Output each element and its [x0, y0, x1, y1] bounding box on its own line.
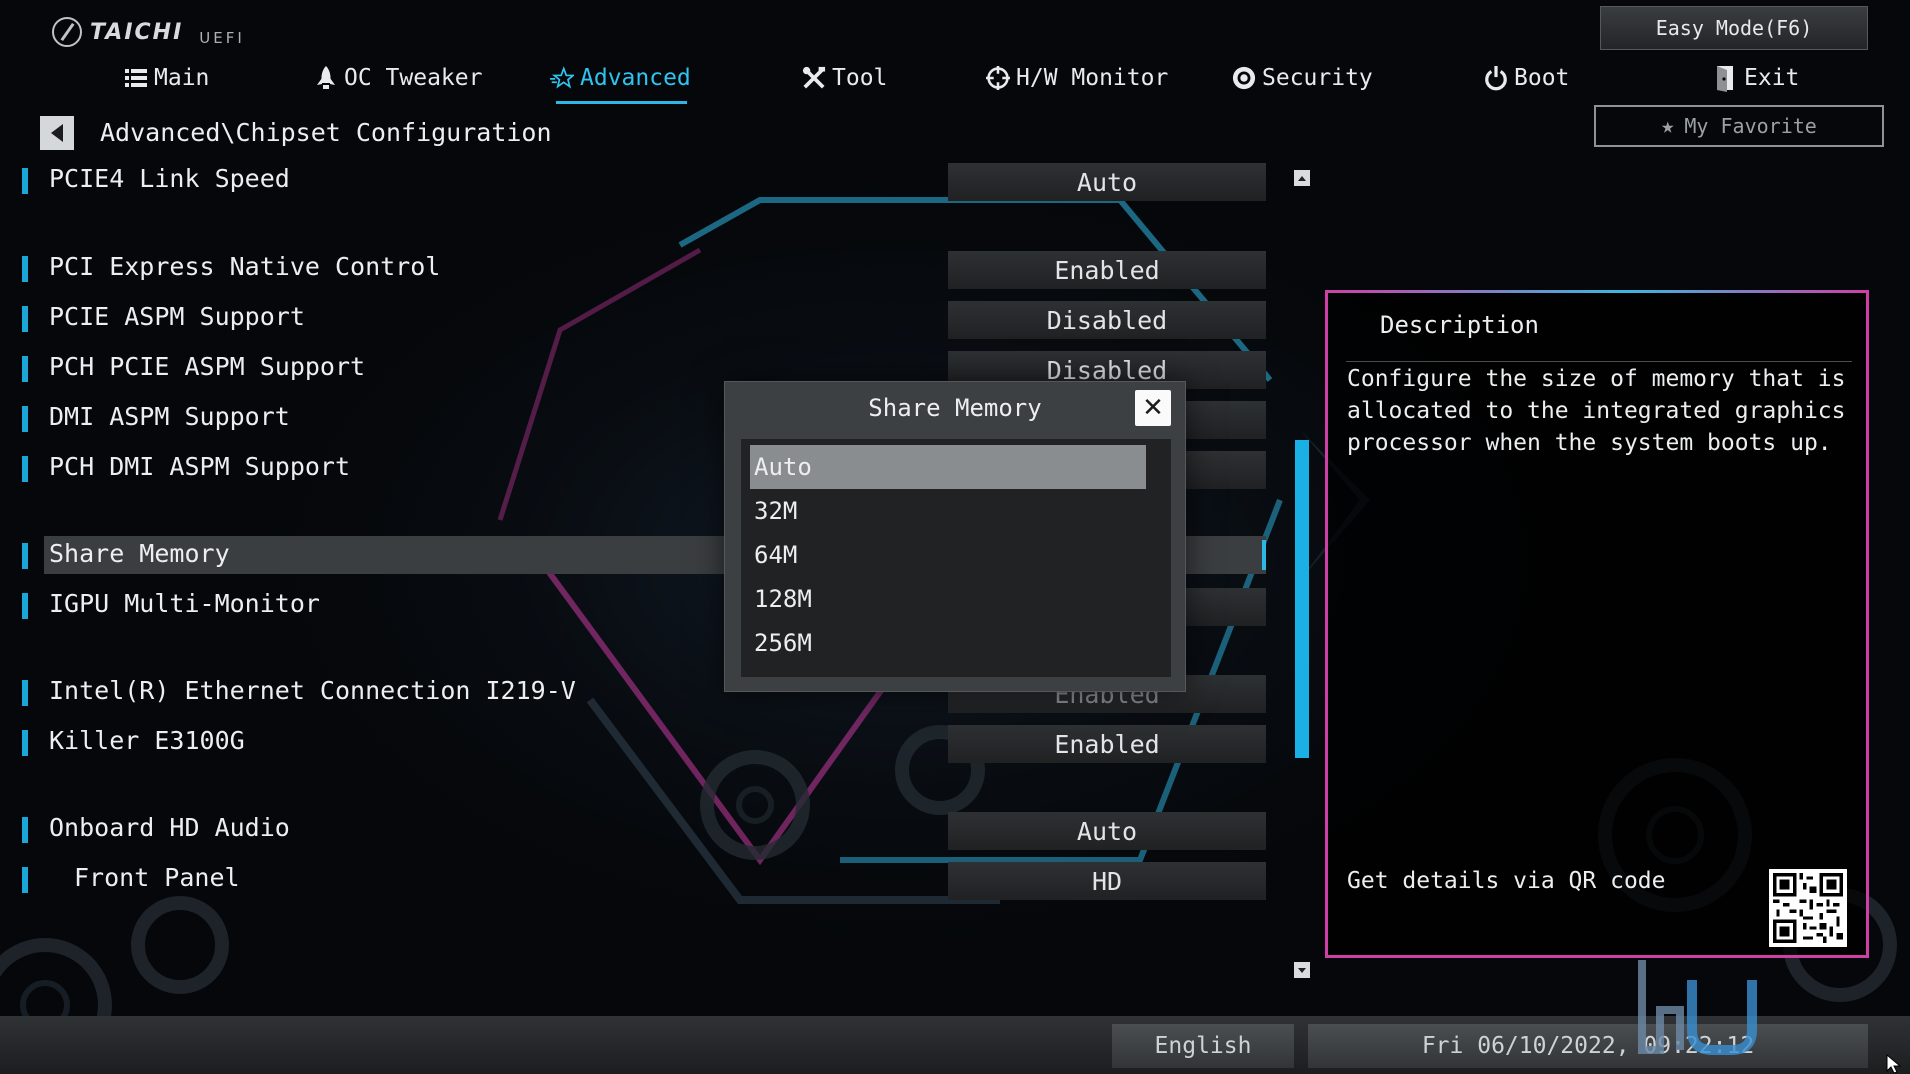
description-panel: Description Configure the size of memory… [1325, 290, 1869, 958]
qr-code-icon [1769, 869, 1847, 947]
tab-security[interactable]: Security [1232, 58, 1373, 98]
list-icon [124, 66, 148, 90]
popup-option-list: Auto 32M 64M 128M 256M [741, 439, 1171, 677]
row-marker [22, 356, 28, 382]
tab-hw-monitor-label: H/W Monitor [1016, 65, 1169, 91]
tools-icon [802, 66, 826, 90]
tab-oc-tweaker-label: OC Tweaker [344, 65, 483, 91]
row-marker [22, 680, 28, 706]
tab-main-label: Main [154, 65, 210, 91]
popup-option-32m[interactable]: 32M [750, 489, 1146, 533]
row-marker [22, 867, 28, 893]
breadcrumb: Advanced\Chipset Configuration [100, 118, 552, 147]
tab-boot-label: Boot [1514, 65, 1570, 91]
setting-label: IGPU Multi-Monitor [49, 589, 320, 618]
row-marker [22, 168, 28, 194]
description-title: Description [1380, 311, 1539, 339]
scroll-down-arrow-icon[interactable] [1294, 962, 1310, 978]
tab-advanced[interactable]: Advanced [550, 58, 691, 104]
tab-boot[interactable]: Boot [1484, 58, 1569, 98]
tab-exit[interactable]: Exit [1714, 58, 1799, 98]
setting-label: Onboard HD Audio [49, 813, 290, 842]
row-marker [22, 406, 28, 432]
row-marker [22, 730, 28, 756]
share-memory-popup: Share Memory ✕ Auto 32M 64M 128M 256M [724, 381, 1186, 692]
setting-label: PCIE4 Link Speed [49, 164, 290, 193]
back-button[interactable] [40, 116, 74, 150]
popup-option-64m[interactable]: 64M [750, 533, 1146, 577]
power-icon [1484, 66, 1508, 91]
taichi-logo-mark [52, 17, 82, 47]
tab-tool[interactable]: Tool [802, 58, 887, 98]
setting-value-button[interactable]: Auto [948, 812, 1266, 850]
tab-hw-monitor[interactable]: H/W Monitor [986, 58, 1168, 98]
setting-value-button[interactable]: HD [948, 862, 1266, 900]
tab-main[interactable]: Main [124, 58, 209, 98]
my-favorite-label: My Favorite [1684, 114, 1817, 138]
setting-label: Intel(R) Ethernet Connection I219-V [49, 676, 576, 705]
tab-tool-label: Tool [832, 65, 888, 91]
popup-option-auto[interactable]: Auto [750, 445, 1146, 489]
description-divider [1346, 361, 1852, 362]
star-icon [550, 66, 574, 90]
popup-option-256m[interactable]: 256M [750, 621, 1146, 665]
setting-label: PCIE ASPM Support [49, 302, 305, 331]
setting-value-button[interactable]: Auto [948, 163, 1266, 201]
watermark-logo-icon [1638, 960, 1757, 1055]
rocket-icon [314, 66, 338, 90]
taichi-logo: TAICHI UEFI [52, 14, 245, 50]
setting-label: DMI ASPM Support [49, 402, 290, 431]
scroll-up-arrow-icon[interactable] [1294, 170, 1310, 186]
my-favorite-button[interactable]: ★ My Favorite [1594, 105, 1884, 147]
setting-label: Killer E3100G [49, 726, 245, 755]
tab-security-label: Security [1262, 65, 1373, 91]
popup-option-128m[interactable]: 128M [750, 577, 1146, 621]
row-marker [22, 593, 28, 619]
tab-exit-label: Exit [1744, 65, 1800, 91]
logo-brand: TAICHI [90, 19, 184, 45]
setting-label: PCH DMI ASPM Support [49, 452, 351, 481]
mouse-cursor-icon [1886, 1054, 1902, 1074]
tab-oc-tweaker[interactable]: OC Tweaker [314, 58, 482, 98]
setting-value-button[interactable]: Enabled [948, 251, 1266, 289]
shield-icon [1232, 66, 1256, 90]
row-marker [22, 543, 28, 569]
setting-label: PCH PCIE ASPM Support [49, 352, 366, 381]
tab-advanced-label: Advanced [580, 65, 691, 91]
exit-door-icon [1714, 66, 1738, 92]
logo-uefi: UEFI [199, 29, 245, 47]
row-marker [22, 306, 28, 332]
description-text: Configure the size of memory that is all… [1347, 366, 1846, 456]
crosshair-icon [986, 66, 1010, 90]
row-marker [22, 456, 28, 482]
setting-value-button[interactable]: Disabled [948, 301, 1266, 339]
row-marker [22, 817, 28, 843]
close-icon[interactable]: ✕ [1135, 390, 1171, 426]
main-nav: Main OC Tweaker Advanced Tool H/W Monito… [0, 58, 1910, 104]
language-button[interactable]: English [1112, 1024, 1294, 1068]
setting-label: Share Memory [49, 539, 230, 568]
row-marker [22, 256, 28, 282]
setting-label: PCI Express Native Control [49, 252, 441, 281]
scrollbar-thumb[interactable] [1295, 440, 1309, 758]
easy-mode-button[interactable]: Easy Mode(F6) [1600, 6, 1868, 50]
star-icon: ★ [1661, 113, 1675, 139]
qr-code-label: Get details via QR code [1347, 868, 1666, 894]
popup-title: Share Memory [868, 394, 1042, 422]
setting-label: Front Panel [74, 863, 240, 892]
setting-value-button[interactable]: Enabled [948, 725, 1266, 763]
